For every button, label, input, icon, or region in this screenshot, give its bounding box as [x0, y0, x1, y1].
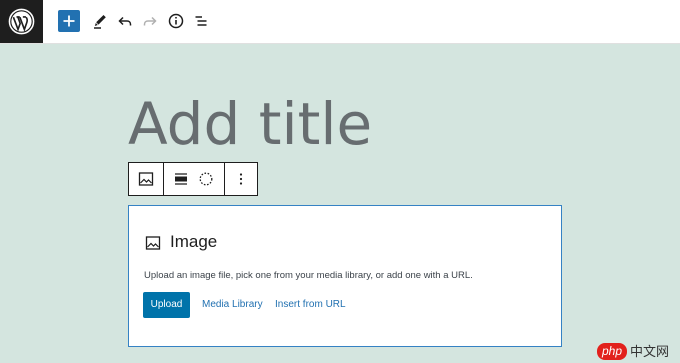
watermark-php-badge: php — [597, 343, 627, 360]
watermark-site-text: 中文网 — [630, 344, 670, 359]
watermark: php 中文网 — [597, 343, 677, 361]
details-button[interactable] — [165, 10, 188, 33]
undo-icon — [118, 16, 132, 26]
align-icon — [175, 173, 187, 185]
image-block-placeholder[interactable]: Image Upload an image file, pick one fro… — [128, 205, 562, 347]
info-icon — [168, 13, 184, 29]
more-options-icon — [239, 173, 243, 185]
block-type-button[interactable] — [138, 171, 154, 187]
redo-icon — [143, 16, 157, 26]
list-view-button[interactable] — [190, 10, 213, 33]
undo-button[interactable] — [114, 10, 137, 33]
toolbar-divider — [224, 163, 225, 195]
tools-button[interactable] — [89, 10, 112, 33]
block-toolbar — [128, 162, 258, 196]
block-title: Image — [170, 232, 218, 251]
duotone-button[interactable] — [198, 171, 214, 187]
editor-top-toolbar — [0, 0, 680, 44]
list-view-icon — [195, 16, 207, 26]
image-icon — [138, 172, 154, 186]
media-library-button[interactable]: Media Library — [202, 292, 263, 318]
pencil-icon — [94, 15, 106, 29]
align-button[interactable] — [173, 171, 189, 187]
toolbar-divider — [163, 163, 164, 195]
block-instructions: Upload an image file, pick one from your… — [144, 270, 473, 281]
wordpress-logo-icon[interactable] — [0, 0, 43, 43]
dotted-circle-icon — [199, 172, 213, 186]
post-title-input[interactable]: Add title — [128, 88, 372, 160]
image-icon — [145, 235, 161, 251]
more-options-button[interactable] — [233, 171, 249, 187]
insert-from-url-button[interactable]: Insert from URL — [275, 292, 346, 318]
add-block-icon — [63, 15, 75, 27]
upload-button[interactable]: Upload — [143, 292, 190, 318]
redo-button[interactable] — [139, 10, 162, 33]
add-block-button[interactable] — [58, 10, 80, 32]
